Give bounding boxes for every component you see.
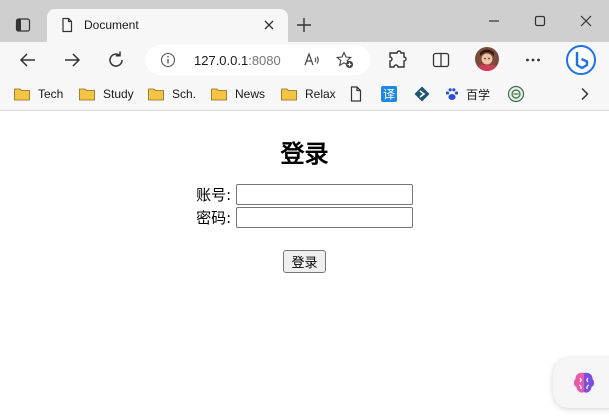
bookmark-label: Tech xyxy=(38,87,64,101)
address-url[interactable]: 127.0.0.1:8080 xyxy=(194,53,281,68)
address-port: :8080 xyxy=(248,53,281,68)
back-arrow-icon[interactable] xyxy=(17,49,39,71)
tab-document[interactable]: Document xyxy=(47,9,288,42)
bookmarks-bar: Tech Study Sch. News Relax 译 百学 xyxy=(0,78,609,111)
login-button[interactable]: 登录 xyxy=(283,250,326,273)
info-icon[interactable] xyxy=(160,52,176,68)
maximize-icon[interactable] xyxy=(529,10,551,32)
account-input[interactable] xyxy=(235,184,413,205)
circle-logo-icon[interactable] xyxy=(507,85,525,103)
password-input[interactable] xyxy=(235,207,413,228)
folder-icon xyxy=(281,88,297,101)
address-host: 127.0.0.1 xyxy=(194,53,249,68)
plus-icon[interactable] xyxy=(292,13,316,37)
tab-title: Document xyxy=(84,18,139,32)
bookmark-sch[interactable]: Sch. xyxy=(147,78,196,110)
bookmark-study[interactable]: Study xyxy=(78,78,134,110)
folder-icon xyxy=(148,88,164,101)
bookmark-label: Study xyxy=(103,87,134,101)
password-row: 密码: xyxy=(0,207,609,228)
account-label: 账号: xyxy=(196,186,232,204)
account-row: 账号: xyxy=(0,184,609,205)
bookmark-label: News xyxy=(235,87,266,101)
title-bar: Document xyxy=(0,0,609,42)
bookmark-label: 百学 xyxy=(466,87,491,102)
folder-icon xyxy=(79,88,95,101)
bookmark-label: Sch. xyxy=(172,87,197,101)
bing-icon[interactable] xyxy=(565,44,597,76)
folder-icon xyxy=(211,88,227,101)
bookmark-baixue[interactable]: 百学 xyxy=(444,78,490,110)
profile-avatar[interactable] xyxy=(475,47,499,71)
translate-icon[interactable]: 译 xyxy=(380,85,398,103)
page-icon[interactable] xyxy=(347,85,365,103)
password-label: 密码: xyxy=(196,209,232,227)
page-title: 登录 xyxy=(280,140,329,168)
read-aloud-icon[interactable] xyxy=(303,51,321,69)
close-icon[interactable] xyxy=(261,17,277,33)
paw-icon xyxy=(445,88,459,100)
extensions-icon[interactable] xyxy=(386,49,408,71)
brain-icon xyxy=(573,372,595,393)
folder-icon xyxy=(14,88,30,101)
close-window-icon[interactable] xyxy=(575,10,597,32)
bookmark-tech[interactable]: Tech xyxy=(13,78,63,110)
favorite-star-icon[interactable] xyxy=(335,51,354,69)
document-icon xyxy=(59,17,75,33)
bookmark-news[interactable]: News xyxy=(210,78,265,110)
bookmark-relax[interactable]: Relax xyxy=(280,78,336,110)
diamond-icon[interactable] xyxy=(413,85,431,103)
chevron-right-icon[interactable] xyxy=(575,85,593,103)
brain-widget[interactable] xyxy=(553,358,609,408)
forward-arrow-icon[interactable] xyxy=(61,49,83,71)
address-bar[interactable]: 127.0.0.1:8080 xyxy=(145,45,370,75)
bookmark-label: Relax xyxy=(305,87,336,101)
page-content: 登录 账号: 密码: 登录 xyxy=(0,111,609,418)
minimize-icon[interactable] xyxy=(483,10,505,32)
split-screen-icon[interactable] xyxy=(430,49,452,71)
refresh-icon[interactable] xyxy=(105,49,127,71)
tab-actions-icon[interactable] xyxy=(10,12,36,38)
translate-glyph: 译 xyxy=(383,88,395,102)
toolbar: 127.0.0.1:8080 xyxy=(0,42,609,78)
more-icon[interactable] xyxy=(522,49,544,71)
